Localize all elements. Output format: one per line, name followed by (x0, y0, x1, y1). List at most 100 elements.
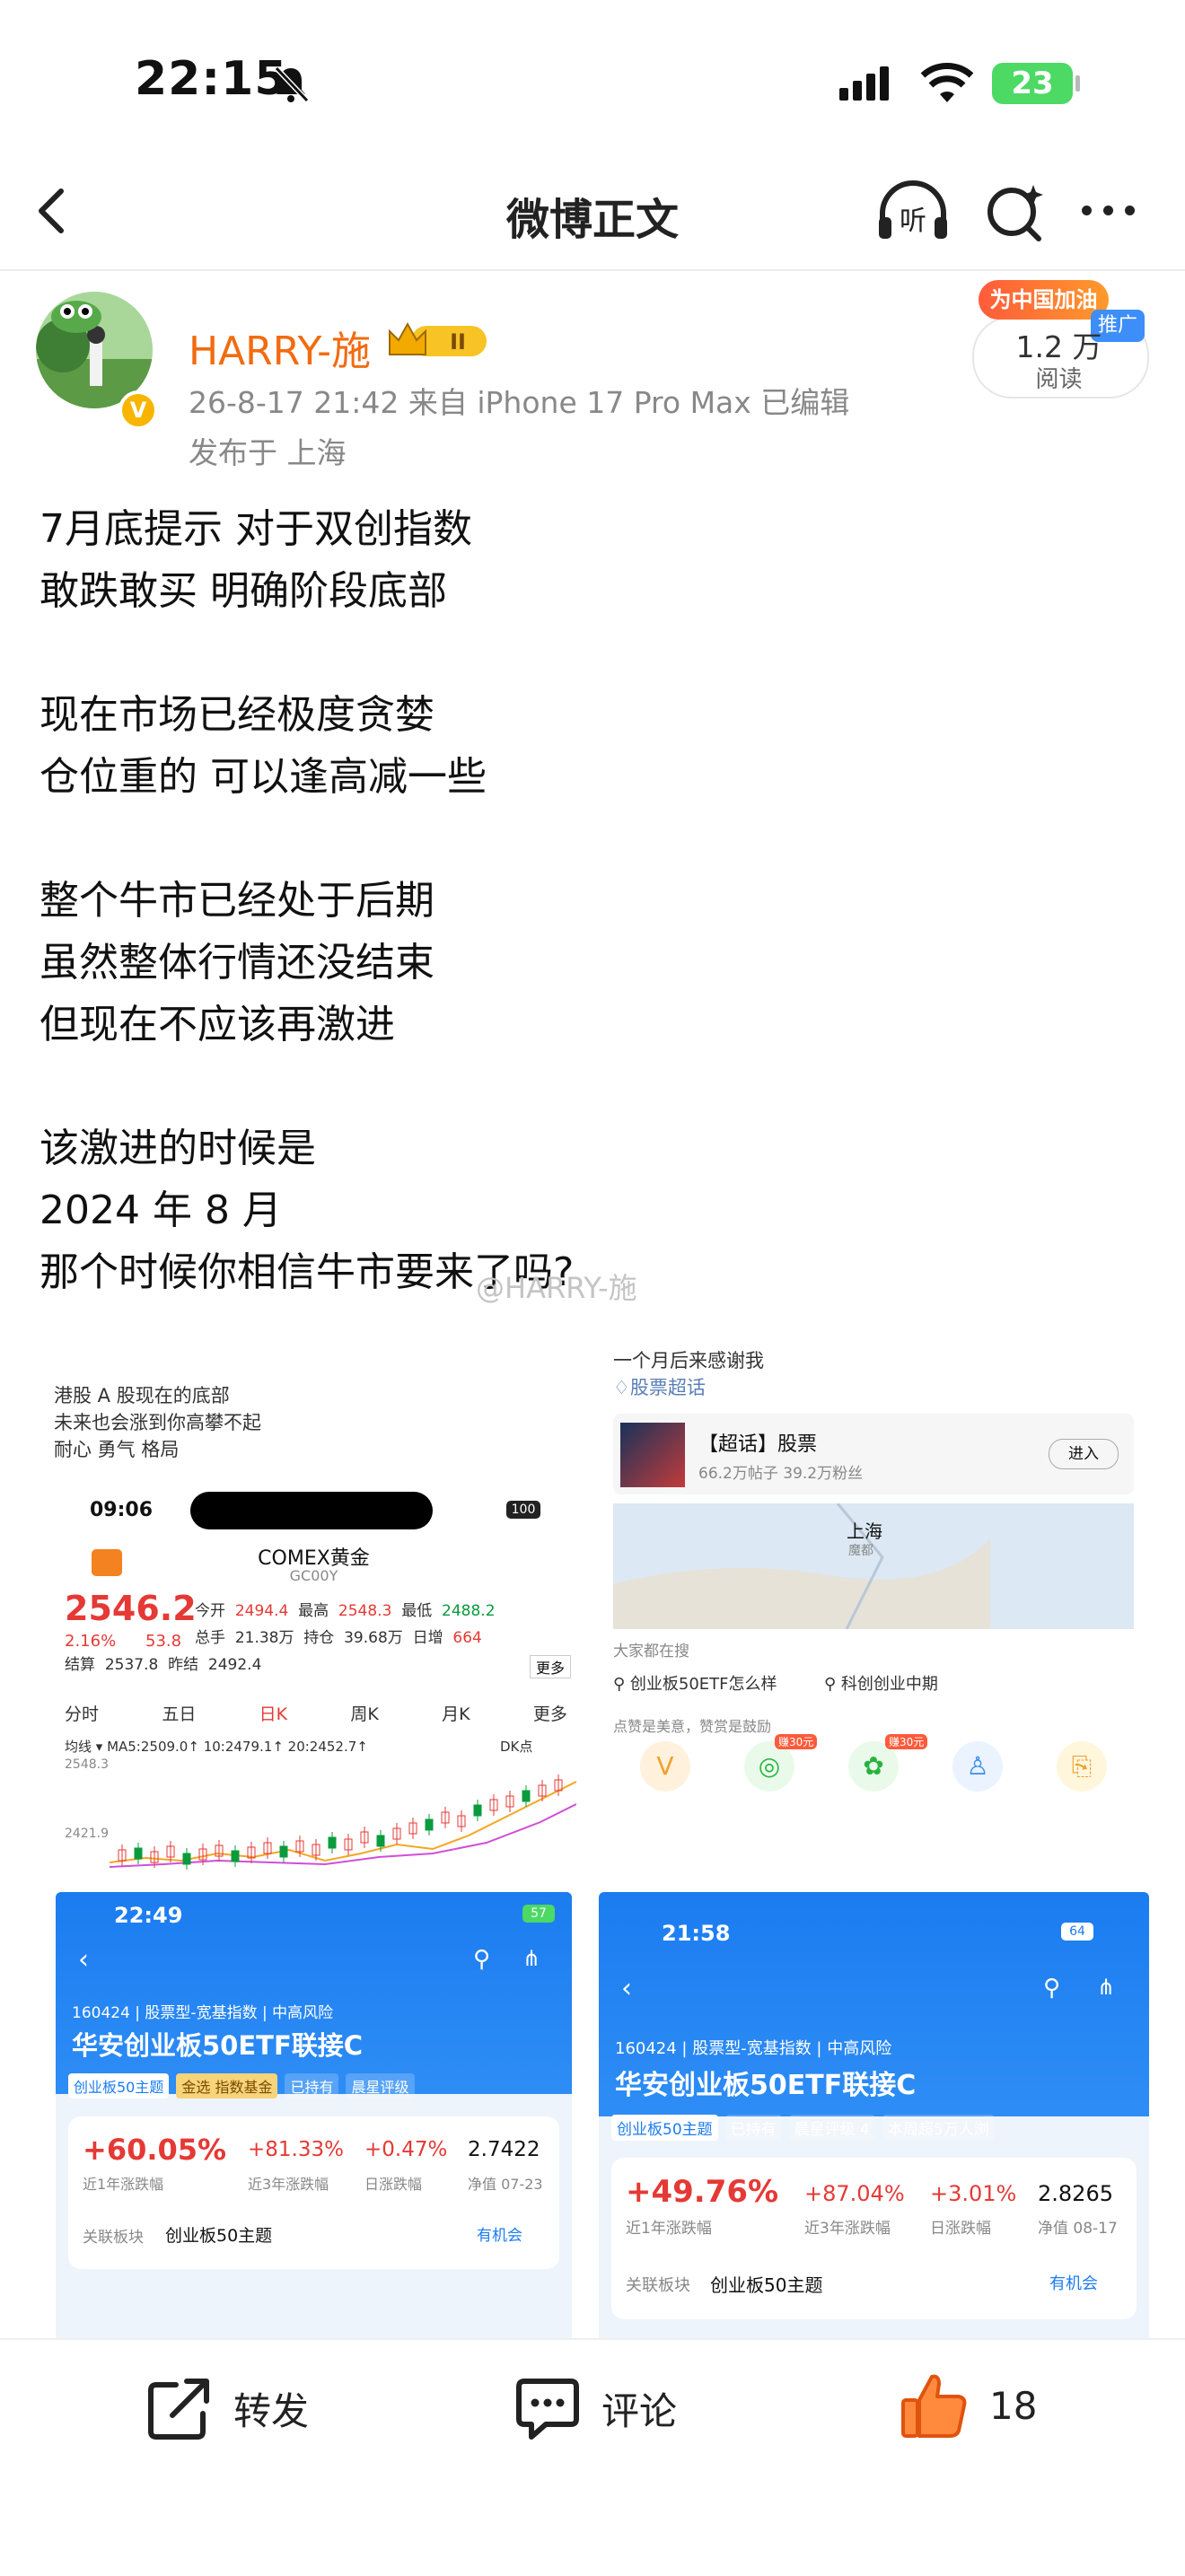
candle-body (182, 1853, 191, 1865)
label: 今开 (195, 1602, 225, 1620)
post-image-2[interactable]: 一个月后来感谢我 ♢股票超话 【超话】股票 66.2万帖子 39.2万粉丝 进入… (600, 1319, 1149, 1876)
map-subtitle: 魔都 (848, 1544, 873, 1558)
value: 2488.2 (442, 1602, 496, 1620)
dynamic-island (190, 1492, 433, 1529)
topic-card[interactable]: 【超话】股票 66.2万帖子 39.2万粉丝 进入 (613, 1414, 1134, 1494)
value: 39.68万 (344, 1629, 403, 1647)
tab-active[interactable]: 日K (259, 1701, 287, 1725)
ma-line: 均线 ▾ MA5:2509.0↑ 10:2479.1↑ 20:2452.7↑ (65, 1739, 368, 1755)
tab[interactable]: 周K (350, 1701, 378, 1725)
chance-label[interactable]: 有机会 (477, 2222, 522, 2245)
search-icon[interactable]: ⚲ (473, 1946, 490, 1973)
post-image-4[interactable]: 21:58 64 ‹ ⚲ ⋔ 160424 | 股票型-宽基指数 | 中高风险 … (599, 1892, 1149, 2341)
more-options-icon[interactable] (1082, 202, 1154, 220)
image-text-line: 一个月后来感谢我 (613, 1350, 764, 1371)
reward-v-icon[interactable]: V (640, 1741, 690, 1792)
save-image-icon[interactable]: ⎘ (1057, 1741, 1107, 1792)
return-1y: +49.76% (626, 2174, 779, 2210)
share-icon[interactable]: ⋔ (1097, 1975, 1115, 2000)
image-status-time: 22:49 (114, 1903, 183, 1928)
fund-tag[interactable]: 晨星评级 (346, 2073, 415, 2098)
back-arrow-icon[interactable]: ‹ (621, 1973, 632, 2004)
comment-button[interactable]: 评论 (514, 2374, 677, 2442)
image-battery: 100 (506, 1501, 540, 1519)
value: 2492.4 (207, 1656, 262, 1674)
like-button[interactable]: 18 (898, 2370, 1037, 2441)
fund-tag[interactable]: 创业板50主题 (611, 2115, 718, 2141)
sector-label: 关联板块 (83, 2229, 144, 2247)
y-axis-label: 2548.3 (65, 1757, 109, 1772)
dk-label: DK点 (500, 1739, 533, 1755)
value: 2494.4 (234, 1602, 289, 1620)
topic-label: 股票超话 (629, 1377, 706, 1398)
share-icon[interactable]: ⋔ (522, 1946, 540, 1971)
return-3y: +87.04% (804, 2181, 905, 2206)
image-text-line: 未来也会涨到你高攀不起 (54, 1412, 261, 1433)
image-battery: 57 (522, 1905, 555, 1923)
more-button[interactable]: 更多 (530, 1655, 572, 1678)
author-name[interactable]: HARRY-施 (189, 319, 371, 376)
search-section-label: 大家都在搜 (613, 1643, 689, 1660)
back-arrow-icon[interactable]: ‹ (78, 1944, 89, 1976)
value: 21.38万 (234, 1629, 294, 1647)
sector-name[interactable]: 创业板50主题 (165, 2222, 272, 2247)
app-logo-icon (92, 1549, 122, 1576)
chance-label[interactable]: 有机会 (1049, 2271, 1098, 2294)
fund-tag[interactable]: 本周超5万人浏 (882, 2115, 995, 2141)
repost-button[interactable]: 转发 (145, 2374, 309, 2442)
sector-name[interactable]: 创业板50主题 (710, 2271, 822, 2297)
map-thumbnail[interactable]: 上海 魔都 (613, 1503, 1134, 1630)
search-suggestion[interactable]: ⚲ 创业板50ETF怎么样 (613, 1671, 777, 1695)
coupon-badge: 赚30元 (775, 1734, 818, 1749)
map-city: 上海 (847, 1520, 882, 1542)
ai-search-icon[interactable] (983, 180, 1046, 244)
quote-price: 2546.2 (65, 1589, 197, 1628)
tab[interactable]: 月K (442, 1701, 470, 1725)
tab[interactable]: 五日 (162, 1701, 196, 1725)
verified-badge-icon: V (118, 390, 158, 430)
search-suggestion[interactable]: ⚲ 科创创业中期 (824, 1671, 938, 1695)
label: 持仓 (303, 1629, 335, 1647)
fund-tag[interactable]: 已持有 (285, 2073, 339, 2098)
comment-label: 评论 (601, 2388, 678, 2433)
image-status-time: 21:58 (662, 1921, 731, 1946)
quote-pct: 2.16% (65, 1632, 117, 1651)
return-3y-label: 近3年涨跌幅 (804, 2220, 891, 2238)
return-day: +0.47% (364, 2138, 448, 2161)
tab[interactable]: 分时 (65, 1701, 99, 1725)
image-battery: 64 (1061, 1923, 1093, 1941)
fund-tag[interactable]: 晨星评级 4 (788, 2115, 875, 2141)
topic-thumbnail (620, 1423, 685, 1487)
qq-icon[interactable]: ♙ (952, 1741, 1003, 1792)
post-meta: 26-8-17 21:42 来自 iPhone 17 Pro Max 已编辑 (189, 385, 850, 420)
fund-tag[interactable]: 已持有 (724, 2115, 782, 2141)
tab[interactable]: 更多 (533, 1701, 567, 1725)
topic-link[interactable]: ♢股票超话 (613, 1373, 706, 1400)
read-label: 阅读 (1035, 366, 1083, 393)
enter-button[interactable]: 进入 (1049, 1439, 1119, 1469)
battery-indicator: 23 (992, 63, 1080, 104)
listen-headphones-icon[interactable]: 听 (875, 180, 951, 244)
topic-stats: 66.2万帖子 39.2万粉丝 (698, 1465, 864, 1483)
like-count: 18 (989, 2383, 1038, 2428)
candle-body (279, 1845, 288, 1858)
crown-level-icon: II (389, 321, 487, 356)
return-day-label: 日涨跌幅 (364, 2176, 423, 2193)
fund-performance-card: +60.05% 近1年涨跌幅 +81.33% 近3年涨跌幅 +0.47% 日涨跌… (68, 2116, 559, 2269)
like-hint: 点赞是美意，赞赏是鼓励 (613, 1718, 772, 1735)
image-text-line: 港股 A 股现在的底部 (54, 1385, 230, 1406)
status-time: 22:15 (135, 52, 288, 106)
post-image-1[interactable]: 港股 A 股现在的底部 未来也会涨到你高攀不起 耐心 勇气 格局 09:06 1… (47, 1319, 581, 1876)
read-count: 1.2 万 (1015, 329, 1102, 364)
search-suggestion-text: 创业板50ETF怎么样 (629, 1675, 777, 1694)
fund-tag[interactable]: 创业板50主题 (68, 2073, 170, 2098)
search-icon[interactable]: ⚲ (1043, 1975, 1060, 2002)
value: 2537.8 (104, 1656, 159, 1674)
candle-body (134, 1847, 143, 1860)
post-image-3[interactable]: 22:49 57 ‹ ⚲ ⋔ 160424 | 股票型-宽基指数 | 中高风险 … (56, 1892, 572, 2341)
fund-tag[interactable]: 金选 指数基金 (176, 2073, 278, 2098)
fund-performance-card: +49.76% 近1年涨跌幅 +87.04% 近3年涨跌幅 +3.01% 日涨跌… (611, 2158, 1137, 2319)
image-watermark: @HARRY-施 (476, 1271, 637, 1305)
bell-off-icon (274, 66, 310, 103)
label: 最高 (298, 1602, 329, 1620)
